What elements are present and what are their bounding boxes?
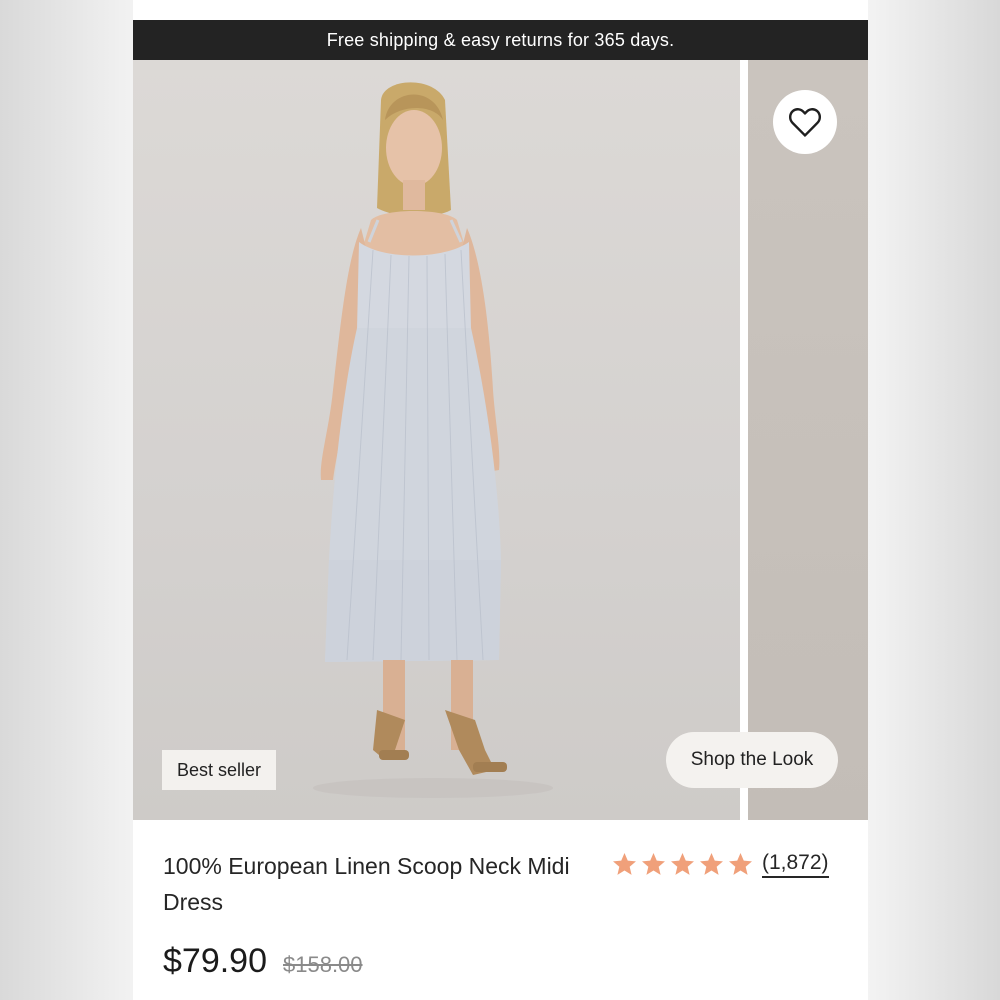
backdrop-right <box>868 0 1000 1000</box>
best-seller-badge: Best seller <box>162 750 277 790</box>
badge-label: Best seller <box>177 759 262 780</box>
star-icon <box>729 852 752 875</box>
price-row: $79.90 $158.00 <box>163 942 363 981</box>
image-gallery[interactable]: Best seller Shop the Look <box>133 60 868 820</box>
product-title: 100% European Linen Scoop Neck Midi Dres… <box>163 853 570 915</box>
product-page: Free shipping & easy returns for 365 day… <box>133 0 868 1000</box>
product-rating[interactable]: (1,872) <box>611 850 829 878</box>
product-photo[interactable]: Best seller <box>133 60 740 820</box>
next-product-photo-peek[interactable] <box>748 60 868 820</box>
heart-outline-icon <box>788 108 822 137</box>
favorite-button[interactable] <box>773 90 837 154</box>
sale-price: $79.90 <box>163 942 267 980</box>
star-icon <box>613 852 636 875</box>
promo-banner: Free shipping & easy returns for 365 day… <box>133 20 868 60</box>
review-count-link[interactable]: (1,872) <box>762 850 829 878</box>
original-price: $158.00 <box>283 952 363 977</box>
star-rating <box>611 851 754 878</box>
shop-the-look-button[interactable]: Shop the Look <box>666 732 838 788</box>
star-icon <box>700 852 723 875</box>
shop-the-look-label: Shop the Look <box>690 749 814 770</box>
model-wearing-dress-illustration <box>313 82 553 798</box>
star-icon <box>642 852 665 875</box>
star-icon <box>671 852 694 875</box>
backdrop-left <box>0 0 133 1000</box>
promo-text: Free shipping & easy returns for 365 day… <box>326 29 675 50</box>
